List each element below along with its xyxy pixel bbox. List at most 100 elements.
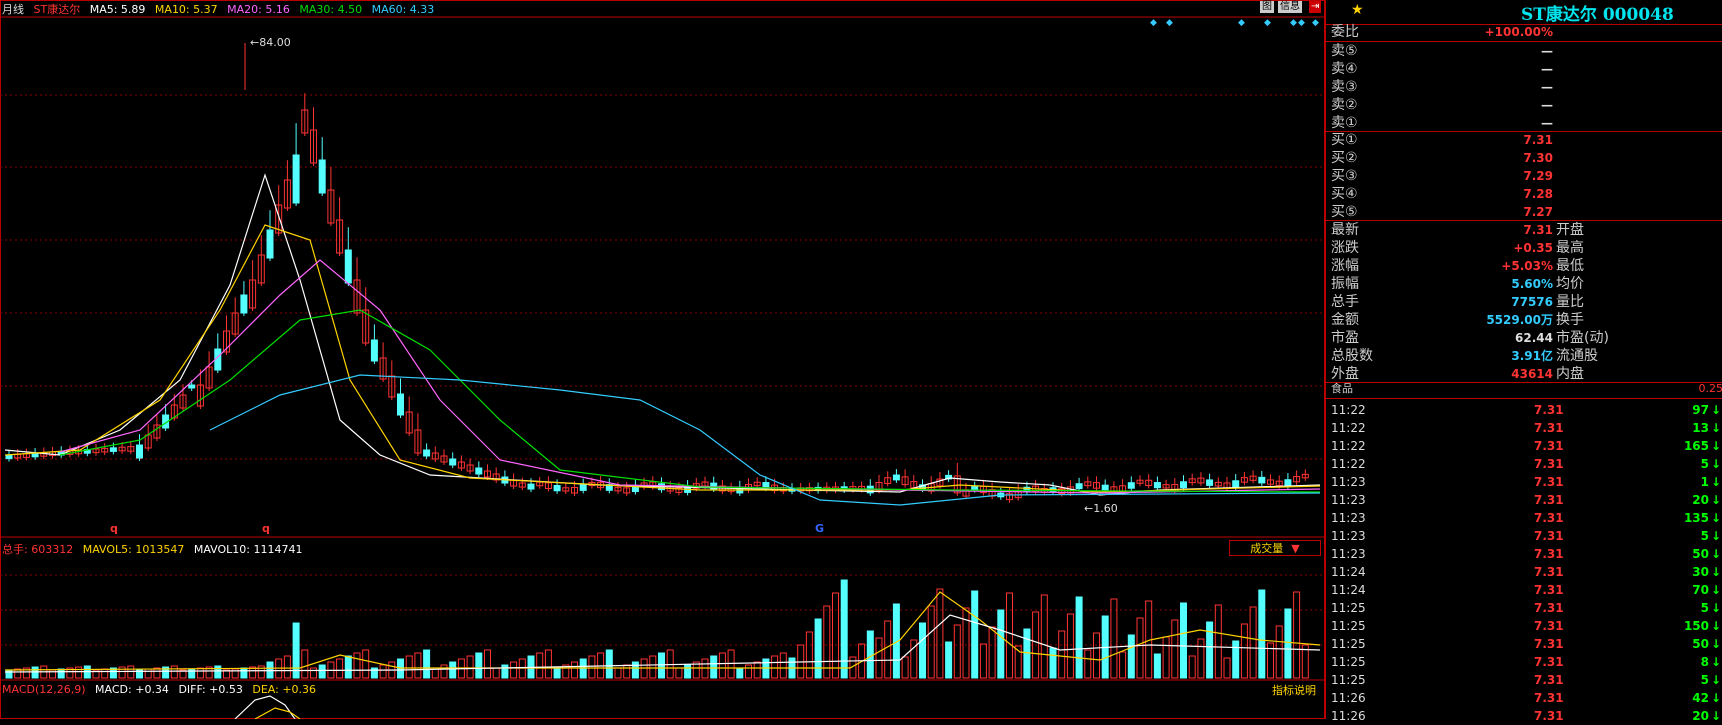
tick-price: 7.31 <box>1534 491 1654 509</box>
volume-bar <box>1007 593 1013 678</box>
quote-panel-header: ★ ST康达尔 000048 <box>1326 0 1722 25</box>
info-button[interactable]: 信息 <box>1278 1 1302 13</box>
tick-row: 11:257.3150↓ <box>1326 635 1722 653</box>
volume-bar <box>1128 635 1134 678</box>
tick-price: 7.31 <box>1534 599 1654 617</box>
volume-bar <box>833 593 839 678</box>
stat-value: 77576 <box>1511 293 1553 311</box>
buy-level-label: 买① <box>1331 131 1358 149</box>
stat-label-secondary: 最低 <box>1556 257 1584 275</box>
ma60-label: MA60: 4.33 <box>372 3 435 16</box>
volume-bar <box>58 669 64 678</box>
kline-chart-area[interactable]: ◆◆◆◆◆◆◆←84.00←1.60qqG 月线 ST康达尔 MA5: 5.89… <box>0 0 1325 719</box>
sell-row: 卖③— <box>1326 78 1722 96</box>
volume-bar <box>345 656 351 678</box>
volume-bar <box>737 668 743 678</box>
stat-label-secondary: 市盈(动) <box>1556 329 1609 347</box>
tick-price: 7.31 <box>1534 473 1654 491</box>
volume-bar <box>876 638 882 678</box>
arrow-down-icon: ↓ <box>1711 437 1721 455</box>
tick-time: 11:26 <box>1331 707 1366 725</box>
sell-row: 卖②— <box>1326 96 1722 114</box>
tick-time: 11:23 <box>1331 509 1366 527</box>
buy-price: 7.31 <box>1523 131 1553 149</box>
ma10-label: MA10: 5.37 <box>155 3 218 16</box>
volume-bar <box>972 591 978 678</box>
tick-time: 11:26 <box>1331 689 1366 707</box>
candle-body <box>893 475 899 480</box>
volume-bar <box>989 627 995 678</box>
tick-time: 11:24 <box>1331 563 1366 581</box>
arrow-down-icon: ↓ <box>1711 419 1721 437</box>
tick-row: 11:257.315↓ <box>1326 599 1722 617</box>
buy-level-label: 买② <box>1331 149 1358 167</box>
stat-label-secondary: 开盘 <box>1556 221 1584 239</box>
weibi-label: 委比 <box>1331 23 1359 41</box>
stat-label-secondary: 换手 <box>1556 311 1584 329</box>
candle-body <box>1128 483 1134 489</box>
exit-icon[interactable]: ⇥ <box>1309 1 1321 13</box>
sell-price: — <box>1541 42 1553 60</box>
stat-label-secondary: 均价 <box>1556 275 1584 293</box>
stat-label: 金额 <box>1331 311 1359 329</box>
chart-toggle-icon[interactable]: 图 <box>1260 1 1274 13</box>
buy-row: 买⑤7.27 <box>1326 203 1722 221</box>
volume-bar <box>1189 656 1195 678</box>
sell-row: 卖⑤— <box>1326 42 1722 60</box>
buy-row: 买④7.28 <box>1326 185 1722 203</box>
sector-row[interactable]: 食品 0.25 <box>1326 381 1722 397</box>
volume-bar <box>554 668 560 678</box>
stat-label: 总手 <box>1331 293 1359 311</box>
quote-panel: ★ ST康达尔 000048 图 信息 ⇥ 委比 +100.00% 卖⑤—卖④—… <box>1325 0 1722 719</box>
tick-volume: 50 <box>1692 635 1709 653</box>
indicator-help-button[interactable]: 指标说明 <box>1272 682 1316 698</box>
volume-bar <box>302 650 308 678</box>
volume-bar <box>954 625 960 678</box>
tick-volume: 70 <box>1692 581 1709 599</box>
candle-body <box>110 448 116 452</box>
volume-bar <box>928 606 934 678</box>
arrow-down-icon: ↓ <box>1711 563 1721 581</box>
tick-volume: 42 <box>1692 689 1709 707</box>
volume-bar <box>485 650 491 678</box>
tick-time: 11:23 <box>1331 527 1366 545</box>
volume-bar <box>102 669 108 678</box>
tick-price: 7.31 <box>1534 671 1654 689</box>
tick-volume: 150 <box>1684 617 1709 635</box>
volume-bar <box>363 650 369 678</box>
volume-bar <box>746 665 752 678</box>
tick-volume: 5 <box>1701 671 1709 689</box>
sell-row: 卖①— <box>1326 114 1722 132</box>
tick-price: 7.31 <box>1534 617 1654 635</box>
volume-bar <box>145 669 151 678</box>
peak-price-label: ←84.00 <box>250 36 291 49</box>
tick-row: 11:227.315↓ <box>1326 455 1722 473</box>
stat-label: 振幅 <box>1331 275 1359 293</box>
tick-volume: 5 <box>1701 599 1709 617</box>
favorite-star-icon[interactable]: ★ <box>1351 2 1364 18</box>
stock-name-label: ST康达尔 <box>34 3 81 16</box>
tick-time: 11:25 <box>1331 599 1366 617</box>
stat-label: 涨幅 <box>1331 257 1359 275</box>
tick-price: 7.31 <box>1534 401 1654 419</box>
sell-level-label: 卖③ <box>1331 78 1358 96</box>
volume-bar <box>1276 626 1282 678</box>
chart-frame <box>1 1 1325 719</box>
volume-bar <box>719 653 725 678</box>
volume-bar <box>1085 650 1091 678</box>
indicator-select-button[interactable]: 成交量▼ <box>1229 540 1321 556</box>
stat-row: 涨幅+5.03%最低 <box>1326 257 1722 275</box>
arrow-down-icon: ↓ <box>1711 401 1721 419</box>
buy-row: 买③7.29 <box>1326 167 1722 185</box>
tick-price: 7.31 <box>1534 437 1654 455</box>
volume-bar <box>1067 614 1073 678</box>
volume-bar <box>1163 637 1169 678</box>
volume-bar <box>589 656 595 678</box>
tick-volume: 5 <box>1701 527 1709 545</box>
kline-chart-svg[interactable]: ◆◆◆◆◆◆◆←84.00←1.60qqG <box>0 0 1325 719</box>
stat-value: 5529.00万 <box>1486 311 1553 329</box>
candle-body <box>1076 484 1082 489</box>
volume-bar <box>841 580 847 678</box>
ma5-line <box>5 175 1320 495</box>
stat-row: 总股数3.91亿流通股 <box>1326 347 1722 365</box>
